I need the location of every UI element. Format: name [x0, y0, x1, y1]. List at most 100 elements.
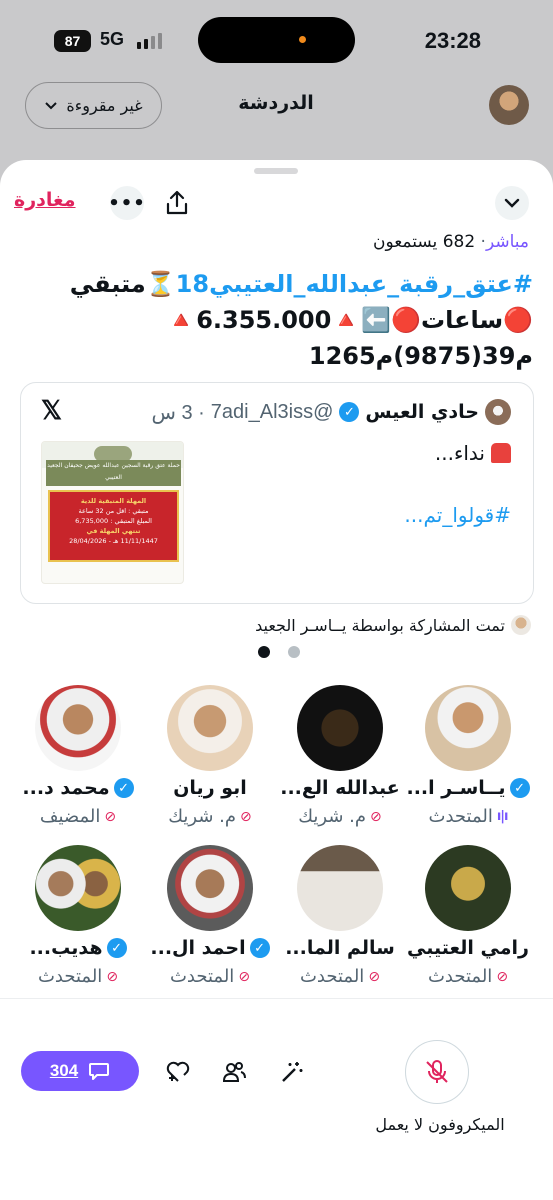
avatar[interactable] — [425, 845, 511, 931]
tweet-hashtag[interactable]: #قولوا_تم... — [404, 503, 511, 527]
shared-by-text: تمت المشاركة بواسطة يــاسـر الجعيد — [255, 615, 505, 635]
more-icon: ••• — [108, 192, 146, 214]
pinned-tweet-card[interactable]: 𝕏 حادي العيس ✓ @7adi_Al3iss · 3 س نداء..… — [20, 382, 534, 604]
speaker-role: م. شريك — [168, 806, 237, 827]
speaker-name: احمد ال... — [150, 937, 246, 959]
divider — [0, 998, 553, 999]
speaker-name: رامي العتيبي — [407, 937, 529, 959]
speaker[interactable]: سالم الما... ⊘ المتحدث — [276, 845, 404, 995]
shared-by: تمت المشاركة بواسطة يــاسـر الجعيد — [255, 615, 531, 635]
signal-icon — [137, 33, 165, 49]
carousel-dot[interactable] — [288, 646, 300, 658]
mic-off-icon: ⊘ — [104, 808, 117, 825]
verified-icon: ✓ — [339, 402, 360, 422]
mic-off-icon: ⊘ — [106, 968, 119, 985]
page-title: الدردشة — [238, 92, 314, 114]
heart-plus-icon — [166, 1061, 190, 1082]
comments-button[interactable]: 304 — [21, 1051, 139, 1091]
speaker[interactable]: ✓ احمد ال... ⊘ المتحدث — [146, 845, 274, 995]
live-listeners: مباشر· 682 يستمعون — [372, 232, 529, 252]
speaker-name: ابو ريان — [173, 777, 247, 799]
title-hashtag[interactable]: #عتق_رقبة_عبدالله_العتيبي18 — [176, 270, 533, 298]
dynamic-island — [198, 17, 355, 63]
avatar[interactable] — [35, 685, 121, 771]
speaker-name: محمد د... — [22, 777, 110, 799]
mic-off-icon: ⊘ — [370, 808, 382, 825]
mic-off-icon: ⊘ — [368, 968, 381, 985]
verified-icon: ✓ — [249, 938, 270, 958]
speaking-icon: ı|ı — [496, 809, 509, 824]
avatar[interactable] — [489, 85, 529, 125]
poster-notice: المهلة المتبقية للدية متبقي : اقل من 32 … — [48, 490, 179, 562]
speaker-role: المضيف — [39, 806, 101, 827]
mic-button[interactable] — [405, 1040, 469, 1104]
speaker-role: المتحدث — [428, 806, 493, 827]
status-bar: 87 5G 23:28 — [0, 0, 553, 82]
avatar[interactable] — [167, 845, 253, 931]
space-sheet: مغادرة ••• مباشر· 682 يستمعون #عتق_رقبة_… — [0, 160, 553, 1200]
tweet-text-line1: نداء... — [435, 441, 511, 465]
speaker-role: م. شريك — [298, 806, 367, 827]
speaker[interactable]: رامي العتيبي ⊘ المتحدث — [404, 845, 532, 995]
speaker[interactable]: ابو ريان ⊘ م. شريك — [146, 685, 274, 835]
mic-off-icon — [426, 1060, 448, 1083]
status-time: 23:28 — [424, 28, 481, 53]
speaker-role: المتحدث — [299, 966, 365, 987]
speaker-name: يــاسـر ا... — [406, 777, 506, 799]
collapse-button[interactable] — [495, 186, 529, 220]
avatar[interactable] — [167, 685, 253, 771]
unread-filter-button[interactable]: غير مقروءة — [25, 82, 162, 129]
background-header: غير مقروءة الدردشة — [0, 80, 553, 140]
more-button[interactable]: ••• — [108, 186, 146, 220]
listeners-count: 682 يستمعون — [372, 232, 476, 252]
speaker[interactable]: ✓ هديب... ⊘ المتحدث — [14, 845, 142, 995]
battery-icon: 87 — [54, 30, 91, 52]
magic-wand-icon — [282, 1062, 303, 1082]
speaker-name: عبدالله الع... — [280, 777, 400, 799]
speaker-name: سالم الما... — [285, 937, 395, 959]
people-icon — [222, 1062, 246, 1082]
tweet-header: حادي العيس ✓ @7adi_Al3iss · 3 س — [151, 399, 511, 425]
effects-button[interactable] — [278, 1058, 306, 1086]
mic-off-icon: ⊘ — [240, 808, 252, 825]
mic-status-label: الميكروفون لا يعمل — [375, 1115, 505, 1134]
speaker-role: المتحدث — [37, 966, 103, 987]
avatar[interactable] — [35, 845, 121, 931]
avatar[interactable] — [425, 685, 511, 771]
chevron-down-icon — [45, 101, 58, 109]
share-icon — [166, 190, 188, 215]
avatar[interactable] — [485, 399, 511, 425]
tweet-handle: @7adi_Al3iss — [210, 400, 334, 423]
verified-icon: ✓ — [106, 938, 127, 958]
carousel-dot[interactable] — [258, 646, 270, 658]
verified-icon: ✓ — [113, 778, 134, 798]
leave-button[interactable]: مغادرة — [14, 189, 76, 211]
siren-icon — [491, 443, 511, 463]
speaker-name: هديب... — [29, 937, 103, 959]
carousel-dots[interactable] — [258, 646, 300, 658]
comments-count: 304 — [49, 1061, 79, 1080]
tweet-author-name: حادي العيس — [365, 401, 479, 423]
avatar[interactable] — [297, 845, 383, 931]
avatar[interactable] — [297, 685, 383, 771]
comment-icon — [89, 1063, 110, 1080]
speaker[interactable]: عبدالله الع... ⊘ م. شريك — [276, 685, 404, 835]
participants-button[interactable] — [220, 1058, 248, 1086]
sheet-grabber[interactable] — [254, 168, 298, 174]
react-button[interactable] — [164, 1058, 192, 1086]
poster-header: حملة عتق رقبة السجين عبدالله عويض جحيفان… — [46, 460, 181, 486]
speaker[interactable]: ✓ يــاسـر ا... ı|ı المتحدث — [404, 685, 532, 835]
space-title: #عتق_رقبة_عبدالله_العتيبي18⏳متبقي 🔴ساعات… — [18, 266, 533, 374]
tweet-time: · 3 س — [151, 401, 205, 424]
tweet-image[interactable]: حملة عتق رقبة السجين عبدالله عويض جحيفان… — [41, 441, 184, 584]
speaker[interactable]: ✓ محمد د... ⊘ المضيف — [14, 685, 142, 835]
share-button[interactable] — [160, 186, 194, 220]
mic-off-icon: ⊘ — [496, 968, 509, 985]
poster-footer — [48, 568, 179, 580]
speaker-role: المتحدث — [169, 966, 235, 987]
chevron-down-icon — [504, 198, 520, 208]
verified-icon: ✓ — [509, 778, 530, 798]
mic-off-icon: ⊘ — [238, 968, 251, 985]
live-label: مباشر — [485, 232, 529, 252]
x-logo-icon: 𝕏 — [41, 395, 62, 425]
